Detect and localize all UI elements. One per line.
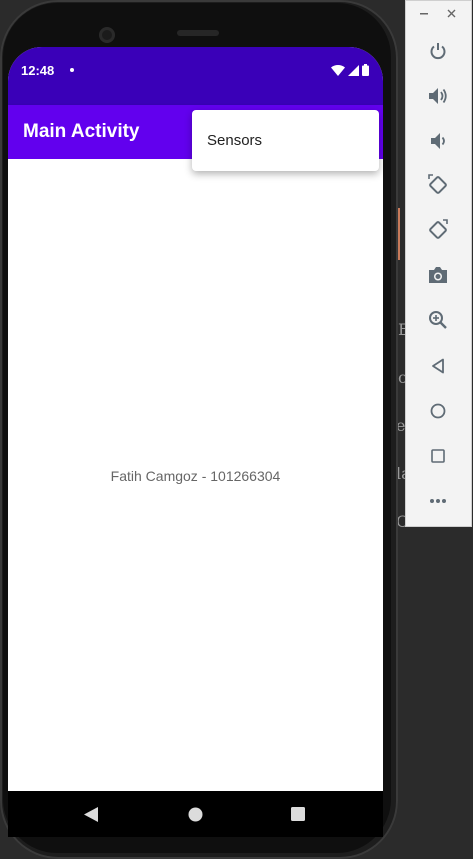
power-icon[interactable]	[426, 39, 450, 63]
nav-recents-icon[interactable]	[291, 807, 305, 821]
minimize-icon[interactable]	[420, 13, 428, 15]
close-icon[interactable]	[447, 9, 456, 18]
zoom-icon[interactable]	[426, 308, 450, 332]
emulator-toolbar	[405, 0, 472, 527]
status-time: 12:48	[21, 63, 55, 78]
speaker-grille	[177, 30, 219, 36]
camera-icon	[99, 27, 115, 43]
phone-frame: 12:48 Main Activity Fatih Camgoz - 10126…	[0, 0, 398, 859]
window-controls	[406, 7, 471, 25]
wifi-icon	[331, 64, 345, 76]
volume-down-icon[interactable]	[426, 129, 450, 153]
volume-up-icon[interactable]	[426, 84, 450, 108]
device-screen: 12:48 Main Activity Fatih Camgoz - 10126…	[8, 47, 383, 837]
student-name-text: Fatih Camgoz - 101266304	[110, 468, 281, 484]
more-options-icon[interactable]	[426, 489, 450, 513]
cell-signal-icon	[348, 64, 359, 76]
status-bar: 12:48	[8, 47, 383, 105]
battery-icon	[362, 64, 369, 76]
rotate-right-icon[interactable]	[426, 218, 450, 242]
nav-back-icon[interactable]	[84, 807, 98, 822]
status-icons	[331, 64, 369, 76]
navigation-bar	[8, 791, 383, 837]
rotate-left-icon[interactable]	[426, 173, 450, 197]
nav-home-icon[interactable]	[188, 807, 203, 822]
camera-screenshot-icon[interactable]	[426, 263, 450, 287]
notification-dot-icon	[70, 68, 74, 72]
overview-icon[interactable]	[426, 444, 450, 468]
back-icon[interactable]	[426, 354, 450, 378]
menu-item-sensors[interactable]: Sensors	[207, 132, 262, 149]
overflow-menu: Sensors	[192, 110, 379, 171]
page-title: Main Activity	[23, 121, 140, 142]
emulator-window: E c e la O 12:48 Main Activity Fatih Cam…	[0, 0, 473, 859]
main-content: Fatih Camgoz - 101266304	[8, 159, 383, 791]
home-icon[interactable]	[426, 399, 450, 423]
